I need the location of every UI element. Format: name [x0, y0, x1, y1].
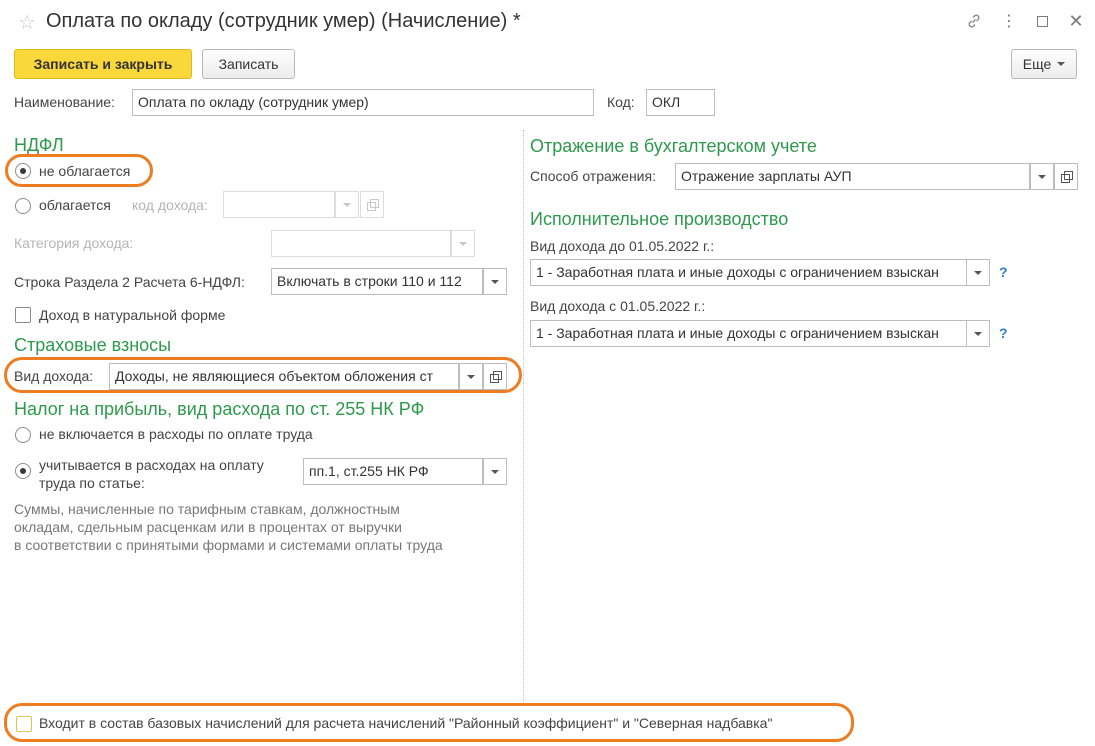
code-label: Код: — [607, 94, 635, 110]
not-included-radio[interactable] — [15, 427, 31, 443]
income-category-field[interactable] — [271, 230, 451, 257]
more-menu-button[interactable]: Еще — [1011, 49, 1077, 79]
section2-dropdown[interactable] — [483, 268, 507, 295]
chevron-down-icon — [491, 279, 499, 284]
insurance-income-type-open-button[interactable] — [483, 363, 507, 390]
income-code-field[interactable] — [223, 191, 335, 218]
profit-tax-section-title: Налог на прибыль, вид расхода по ст. 255… — [14, 399, 425, 419]
income-category-dropdown[interactable] — [451, 230, 475, 257]
insurance-section-title: Страховые взносы — [14, 335, 172, 355]
accounting-section-title: Отражение в бухгалтерском учете — [530, 136, 817, 156]
accounting-method-dropdown[interactable] — [1030, 163, 1054, 190]
included-label-line2: труда по статье: — [39, 475, 145, 491]
base-accruals-label: Входит в состав базовых начислений для р… — [39, 715, 773, 731]
chevron-down-icon — [1057, 62, 1066, 66]
accounting-method-label: Способ отражения: — [530, 168, 656, 184]
maximize-icon[interactable] — [1030, 9, 1054, 33]
enforcement-before-help-icon[interactable]: ? — [999, 264, 1008, 280]
income-code-label: код дохода: — [132, 197, 208, 213]
more-icon[interactable]: ⋮ — [997, 9, 1021, 33]
chevron-down-icon — [974, 331, 982, 336]
ndfl-section-title: НДФЛ — [14, 135, 64, 155]
insurance-income-type-dropdown[interactable] — [459, 363, 483, 390]
insurance-income-type-field[interactable]: Доходы, не являющиеся объектом обложения… — [109, 363, 459, 390]
accounting-method-open-button[interactable] — [1054, 163, 1078, 190]
income-category-label: Категория дохода: — [14, 235, 134, 251]
section2-label: Строка Раздела 2 Расчета 6-НДФЛ: — [14, 274, 245, 290]
income-code-open-button[interactable] — [360, 191, 384, 218]
article-note-line1: Суммы, начисленные по тарифным ставкам, … — [14, 501, 400, 517]
included-label-line1: учитывается в расходах на оплату — [39, 457, 264, 473]
open-form-icon — [1060, 171, 1073, 183]
save-button[interactable]: Записать — [202, 49, 295, 79]
column-divider — [523, 130, 524, 706]
chevron-down-icon — [1038, 174, 1046, 179]
enforcement-after-field[interactable]: 1 - Заработная плата и иные доходы с огр… — [530, 320, 967, 347]
base-accruals-checkbox[interactable] — [16, 716, 32, 732]
enforcement-before-field[interactable]: 1 - Заработная плата и иные доходы с огр… — [530, 259, 967, 286]
in-kind-checkbox[interactable] — [15, 307, 31, 323]
chevron-down-icon — [491, 469, 499, 474]
taxed-radio[interactable] — [15, 198, 31, 214]
chevron-down-icon — [343, 202, 351, 207]
open-form-icon — [489, 371, 502, 383]
close-icon[interactable]: ✕ — [1064, 9, 1088, 33]
accounting-method-field[interactable]: Отражение зарплаты АУП — [675, 163, 1030, 190]
included-label: учитывается в расходах на оплату труда п… — [39, 456, 264, 492]
article-dropdown[interactable] — [483, 458, 507, 485]
name-field[interactable]: Оплата по окладу (сотрудник умер) — [132, 89, 594, 116]
enforcement-before-label: Вид дохода до 01.05.2022 г.: — [530, 238, 715, 254]
name-label: Наименование: — [14, 94, 115, 110]
article-note: Суммы, начисленные по тарифным ставкам, … — [14, 500, 443, 554]
more-label: Еще — [1022, 56, 1052, 72]
star-icon[interactable]: ☆ — [18, 10, 36, 35]
enforcement-after-dropdown[interactable] — [966, 320, 990, 347]
income-code-dropdown[interactable] — [335, 191, 359, 218]
not-taxed-radio[interactable] — [15, 163, 31, 179]
article-note-line2: окладам, сдельным расценкам или в процен… — [14, 519, 402, 535]
not-included-label: не включается в расходы по оплате труда — [39, 426, 313, 442]
taxed-label: облагается — [39, 197, 111, 213]
enforcement-before-dropdown[interactable] — [966, 259, 990, 286]
included-radio[interactable] — [15, 463, 31, 479]
not-taxed-label: не облагается — [39, 163, 131, 179]
code-field[interactable]: ОКЛ — [646, 89, 715, 116]
window-title: Оплата по окладу (сотрудник умер) (Начис… — [46, 10, 521, 32]
link-icon[interactable] — [962, 9, 986, 33]
in-kind-label: Доход в натуральной форме — [39, 307, 226, 323]
enforcement-after-label: Вид дохода с 01.05.2022 г.: — [530, 298, 706, 314]
article-field[interactable]: пп.1, ст.255 НК РФ — [303, 458, 483, 485]
enforcement-after-help-icon[interactable]: ? — [999, 325, 1008, 341]
chevron-down-icon — [459, 241, 467, 246]
article-note-line3: в соответствии с принятыми формами и сис… — [14, 537, 443, 553]
insurance-income-type-label: Вид дохода: — [14, 368, 94, 384]
section2-field[interactable]: Включать в строки 110 и 112 — [271, 268, 483, 295]
enforcement-section-title: Исполнительное производство — [530, 209, 789, 229]
save-and-close-button[interactable]: Записать и закрыть — [14, 49, 192, 79]
chevron-down-icon — [467, 374, 475, 379]
open-form-icon — [366, 199, 379, 211]
chevron-down-icon — [974, 270, 982, 275]
